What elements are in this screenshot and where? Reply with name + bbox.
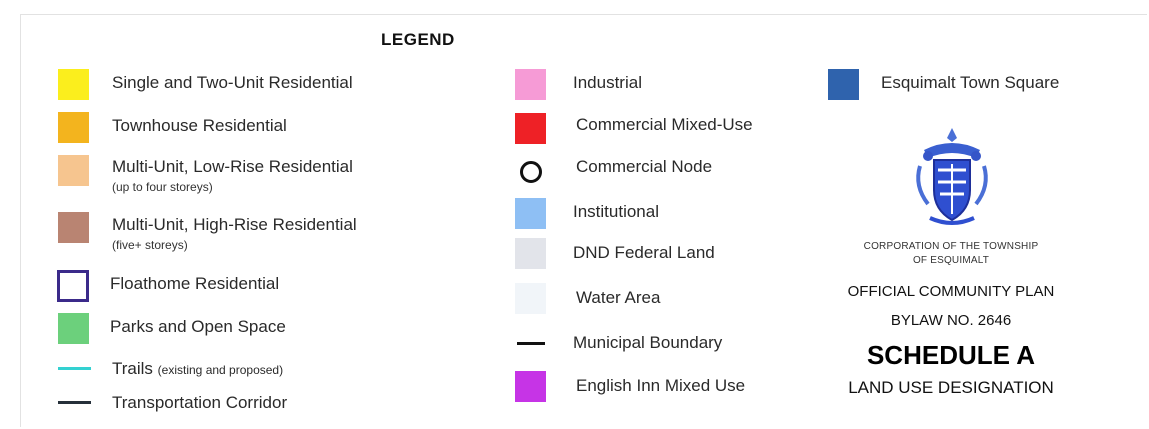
label-townhouse: Townhouse Residential — [112, 116, 287, 135]
label-industrial: Industrial — [573, 73, 642, 92]
schedule-title: SCHEDULE A — [866, 340, 1036, 370]
legend-title: LEGEND — [381, 30, 455, 49]
label-english-inn: English Inn Mixed Use — [576, 376, 746, 395]
label-multi-low-rise: Multi-Unit, Low-Rise Residential — [112, 157, 353, 176]
swatch-english-inn — [515, 371, 546, 402]
label-municipal-boundary: Municipal Boundary — [573, 333, 723, 352]
label-trails: Trails — [112, 359, 153, 378]
symbol-trails — [58, 367, 91, 370]
symbol-transportation — [58, 401, 91, 404]
label-dnd-federal: DND Federal Land — [573, 243, 715, 262]
bylaw-number: BYLAW NO. 2646 — [890, 312, 1012, 329]
label-institutional: Institutional — [573, 202, 659, 221]
label-single-two-unit: Single and Two-Unit Residential — [112, 73, 353, 92]
symbol-municipal-boundary — [517, 342, 545, 345]
corporation-line-2: OF ESQUIMALT — [912, 255, 990, 266]
swatch-institutional — [515, 198, 546, 229]
symbol-commercial-node — [520, 161, 542, 183]
swatch-town-square — [828, 69, 859, 100]
swatch-parks — [58, 313, 89, 344]
esquimalt-crest-icon — [916, 128, 988, 225]
swatch-multi-high-rise — [58, 212, 89, 243]
sublabel-multi-high-rise: (five+ storeys) — [112, 238, 188, 252]
swatch-floathome — [57, 270, 89, 302]
label-trails-row: Trails (existing and proposed) — [112, 359, 283, 379]
swatch-industrial — [515, 69, 546, 100]
label-water: Water Area — [576, 288, 661, 307]
label-parks: Parks and Open Space — [110, 317, 286, 336]
swatch-single-two-unit — [58, 69, 89, 100]
label-transportation: Transportation Corridor — [112, 393, 288, 412]
label-town-square: Esquimalt Town Square — [881, 73, 1060, 92]
swatch-dnd-federal — [515, 238, 546, 269]
swatch-water — [515, 283, 546, 314]
swatch-townhouse — [58, 112, 89, 143]
swatch-commercial-mixed — [515, 113, 546, 144]
corporation-line-1: CORPORATION OF THE TOWNSHIP — [863, 241, 1039, 252]
sublabel-multi-low-rise: (up to four storeys) — [112, 180, 213, 194]
official-community-plan: OFFICIAL COMMUNITY PLAN — [847, 283, 1055, 300]
label-multi-high-rise: Multi-Unit, High-Rise Residential — [112, 215, 357, 234]
label-commercial-node: Commercial Node — [576, 157, 713, 176]
land-use-designation: LAND USE DESIGNATION — [848, 378, 1054, 397]
label-commercial-mixed: Commercial Mixed-Use — [576, 115, 753, 134]
sublabel-trails: (existing and proposed) — [157, 363, 284, 377]
label-floathome: Floathome Residential — [110, 274, 280, 293]
swatch-multi-low-rise — [58, 155, 89, 186]
